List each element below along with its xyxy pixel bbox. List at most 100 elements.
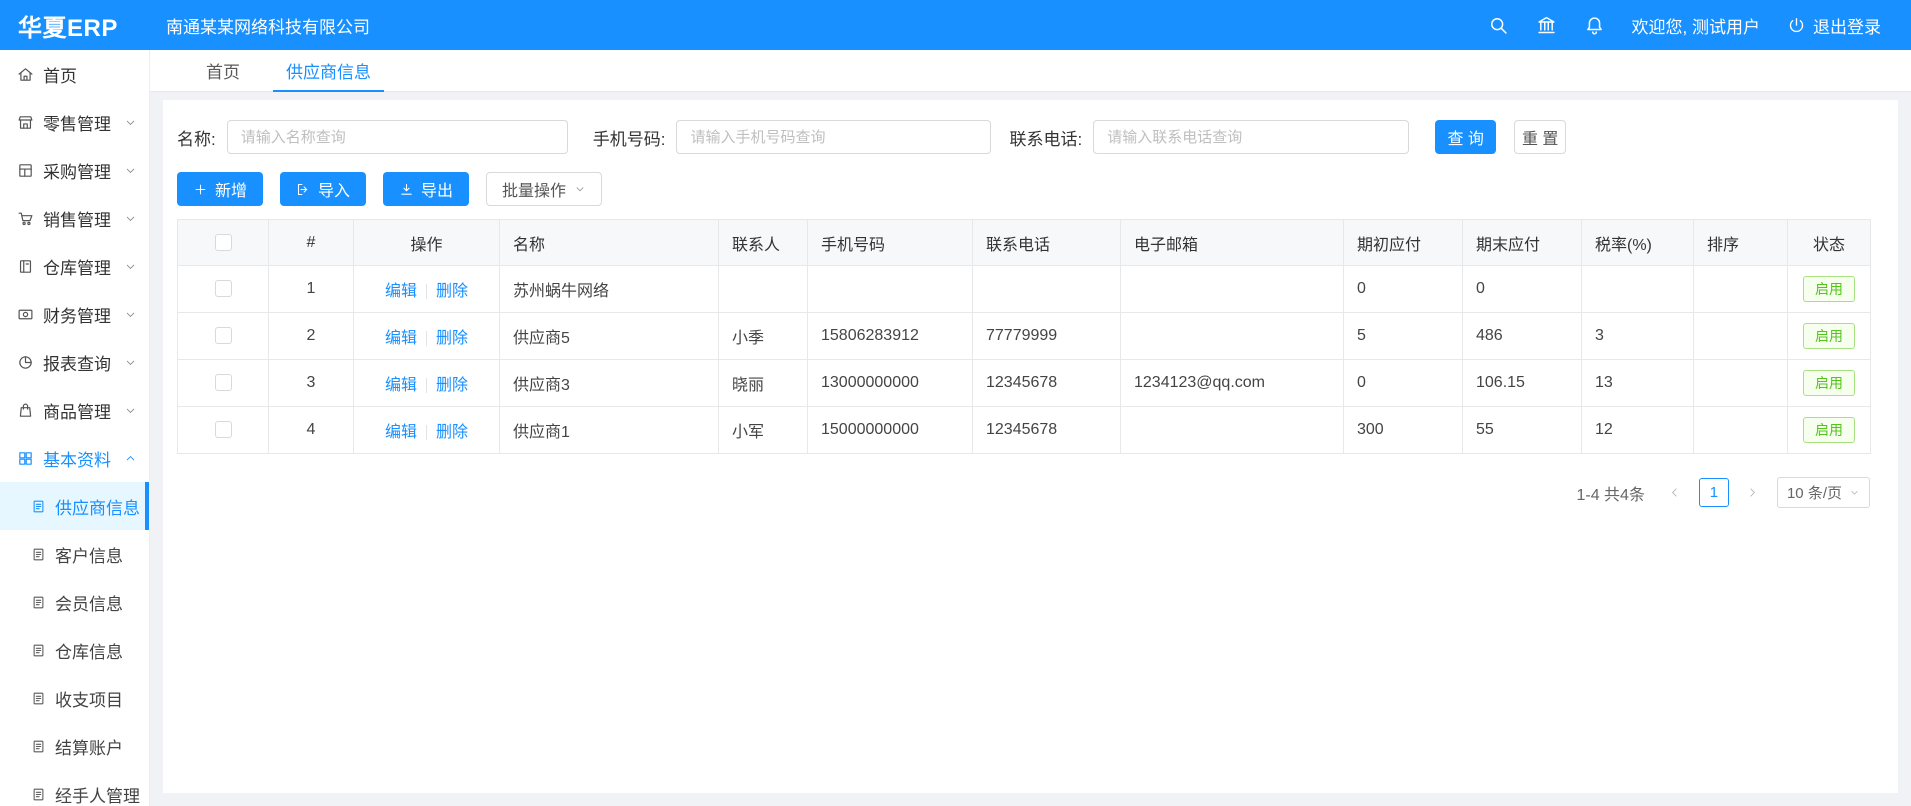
export-button[interactable]: 导出 xyxy=(383,172,469,206)
sidebar-item-goods[interactable]: 商品管理 xyxy=(0,386,149,434)
sidebar-item-retail[interactable]: 零售管理 xyxy=(0,98,149,146)
cell-begin-payable: 0 xyxy=(1344,266,1463,313)
col-mobile: 手机号码 xyxy=(808,220,973,266)
row-checkbox[interactable] xyxy=(215,421,232,438)
bank-icon[interactable] xyxy=(1536,15,1557,36)
sidebar-item-label: 基本资料 xyxy=(43,446,124,471)
name-filter-label: 名称: xyxy=(177,125,216,150)
delete-link[interactable]: 删除 xyxy=(436,377,468,394)
table-header-row: # 操作 名称 联系人 手机号码 联系电话 电子邮箱 期初应付 期末应付 税率(… xyxy=(178,220,1871,266)
page-number-1[interactable]: 1 xyxy=(1699,478,1729,507)
logout-icon xyxy=(1787,16,1806,35)
main-area: 首页 供应商信息 名称: 手机号码: 联系电话: 查 询 重 置 新增 导入 xyxy=(150,50,1911,806)
name-filter-input[interactable] xyxy=(227,120,568,154)
edit-link[interactable]: 编辑 xyxy=(385,424,417,441)
cell-mobile: 15806283912 xyxy=(808,313,973,360)
phone-filter-label: 手机号码: xyxy=(593,125,666,150)
sidebar-subitem-label: 经手人管理 xyxy=(55,782,140,806)
sidebar-subitem-handler-management[interactable]: 经手人管理 xyxy=(0,770,149,806)
supplier-table: # 操作 名称 联系人 手机号码 联系电话 电子邮箱 期初应付 期末应付 税率(… xyxy=(177,219,1871,454)
sidebar-item-reports[interactable]: 报表查询 xyxy=(0,338,149,386)
cell-tel: 12345678 xyxy=(973,407,1121,454)
cell-begin-payable: 300 xyxy=(1344,407,1463,454)
cell-tax-rate: 13 xyxy=(1582,360,1694,407)
logout-button[interactable]: 退出登录 xyxy=(1787,13,1881,38)
import-button[interactable]: 导入 xyxy=(280,172,366,206)
sidebar-subitem-customer-info[interactable]: 客户信息 xyxy=(0,530,149,578)
sidebar-subitem-label: 收支项目 xyxy=(55,686,123,711)
cell-tel: 77779999 xyxy=(973,313,1121,360)
sidebar-item-home[interactable]: 首页 xyxy=(0,50,149,98)
chevron-up-icon xyxy=(124,452,137,465)
chevron-down-icon xyxy=(124,116,137,129)
sidebar-item-basic-data[interactable]: 基本资料 xyxy=(0,434,149,482)
tab-home[interactable]: 首页 xyxy=(183,50,263,91)
edit-link[interactable]: 编辑 xyxy=(385,330,417,347)
sidebar-item-finance[interactable]: 财务管理 xyxy=(0,290,149,338)
delete-link[interactable]: 删除 xyxy=(436,283,468,300)
cell-email xyxy=(1121,407,1344,454)
tab-supplier-info[interactable]: 供应商信息 xyxy=(263,50,394,91)
bell-icon[interactable] xyxy=(1584,15,1605,36)
tab-bar: 首页 供应商信息 xyxy=(150,50,1911,92)
search-icon[interactable] xyxy=(1488,15,1509,36)
select-all-checkbox[interactable] xyxy=(215,234,232,251)
cell-index: 1 xyxy=(269,266,354,313)
sidebar-subitem-supplier-info[interactable]: 供应商信息 xyxy=(0,482,149,530)
add-button[interactable]: 新增 xyxy=(177,172,263,206)
chevron-down-icon xyxy=(124,164,137,177)
cell-tax-rate: 12 xyxy=(1582,407,1694,454)
edit-link[interactable]: 编辑 xyxy=(385,377,417,394)
cell-tax-rate: 3 xyxy=(1582,313,1694,360)
edit-link[interactable]: 编辑 xyxy=(385,283,417,300)
cell-name: 苏州蜗牛网络 xyxy=(500,266,719,313)
sidebar-subitem-label: 供应商信息 xyxy=(55,494,140,519)
delete-link[interactable]: 删除 xyxy=(436,424,468,441)
filter-row: 名称: 手机号码: 联系电话: 查 询 重 置 xyxy=(177,120,1884,154)
pagination: 1-4 共4条 1 10 条/页 xyxy=(177,477,1870,508)
tel-filter-input[interactable] xyxy=(1093,120,1409,154)
appstore-icon xyxy=(17,450,34,467)
sidebar-subitem-warehouse-info[interactable]: 仓库信息 xyxy=(0,626,149,674)
prev-page-button[interactable] xyxy=(1662,479,1688,507)
next-page-button[interactable] xyxy=(1740,479,1766,507)
sidebar-item-label: 采购管理 xyxy=(43,158,124,183)
cell-name: 供应商5 xyxy=(500,313,719,360)
row-checkbox[interactable] xyxy=(215,280,232,297)
col-tax-rate: 税率(%) xyxy=(1582,220,1694,266)
tel-filter-label: 联系电话: xyxy=(1009,125,1082,150)
reset-button[interactable]: 重 置 xyxy=(1514,120,1566,154)
status-badge: 启用 xyxy=(1803,417,1855,443)
page-size-select[interactable]: 10 条/页 xyxy=(1777,477,1870,508)
toolbar-row: 新增 导入 导出 批量操作 xyxy=(177,172,1884,206)
file-icon xyxy=(31,643,46,658)
col-name: 名称 xyxy=(500,220,719,266)
cell-name: 供应商1 xyxy=(500,407,719,454)
search-button[interactable]: 查 询 xyxy=(1435,120,1496,154)
company-name: 南通某某网络科技有限公司 xyxy=(166,13,370,38)
row-checkbox[interactable] xyxy=(215,374,232,391)
cell-sort xyxy=(1694,266,1788,313)
sidebar-item-warehouse[interactable]: 仓库管理 xyxy=(0,242,149,290)
chevron-down-icon xyxy=(124,308,137,321)
sidebar-subitem-settlement-account[interactable]: 结算账户 xyxy=(0,722,149,770)
row-checkbox[interactable] xyxy=(215,327,232,344)
file-icon xyxy=(31,787,46,802)
delete-link[interactable]: 删除 xyxy=(436,330,468,347)
sidebar-subitem-member-info[interactable]: 会员信息 xyxy=(0,578,149,626)
sidebar-item-label: 财务管理 xyxy=(43,302,124,327)
sidebar-item-purchase[interactable]: 采购管理 xyxy=(0,146,149,194)
batch-operations-button[interactable]: 批量操作 xyxy=(486,172,602,206)
batch-operations-label: 批量操作 xyxy=(502,177,566,201)
sidebar-subitem-income-expense[interactable]: 收支项目 xyxy=(0,674,149,722)
file-icon xyxy=(31,595,46,610)
chevron-right-icon xyxy=(1746,486,1759,499)
phone-filter-input[interactable] xyxy=(676,120,991,154)
col-actions: 操作 xyxy=(354,220,500,266)
import-icon xyxy=(296,182,311,197)
cell-contact: 晓丽 xyxy=(719,360,808,407)
sidebar-item-sales[interactable]: 销售管理 xyxy=(0,194,149,242)
cell-contact: 小季 xyxy=(719,313,808,360)
cell-end-payable: 55 xyxy=(1463,407,1582,454)
cell-end-payable: 106.15 xyxy=(1463,360,1582,407)
